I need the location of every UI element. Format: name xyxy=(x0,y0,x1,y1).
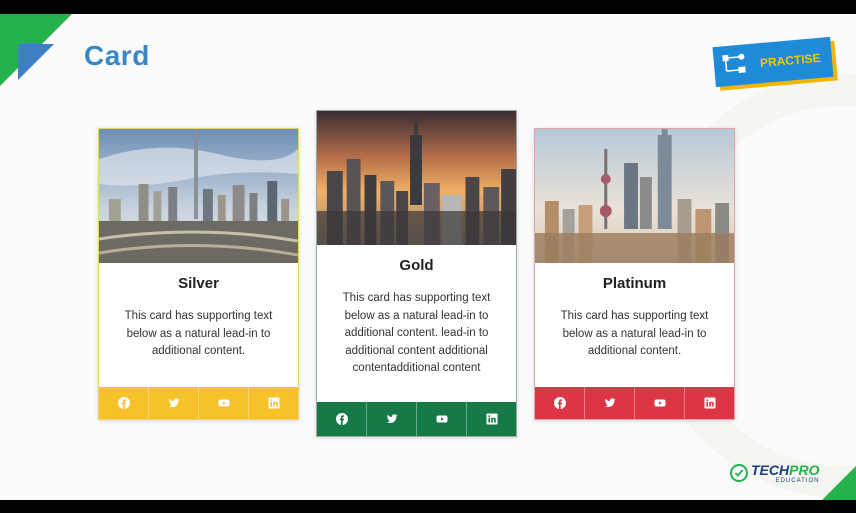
corner-decoration-bottom-right xyxy=(822,466,856,500)
twitter-icon xyxy=(604,398,615,407)
card-gold: Gold This card has supporting text below… xyxy=(316,110,517,437)
facebook-icon xyxy=(335,413,348,425)
badge-label: PRACTISE xyxy=(759,50,822,71)
logo-main: TECH xyxy=(751,461,790,478)
youtube-icon xyxy=(436,415,447,423)
card-text: This card has supporting text below as a… xyxy=(560,310,709,357)
card-footer xyxy=(99,387,298,419)
card-silver: Silver This card has supporting text bel… xyxy=(98,128,299,420)
shanghai-skyline-image xyxy=(535,129,734,263)
card-text: This card has supporting text below as a… xyxy=(124,310,273,357)
facebook-icon xyxy=(117,397,130,409)
twitter-button[interactable] xyxy=(367,402,417,436)
twitter-button[interactable] xyxy=(149,387,199,419)
facebook-icon xyxy=(553,397,566,409)
youtube-icon xyxy=(218,399,229,407)
logo-sub: EDUCATION xyxy=(775,477,820,484)
linkedin-icon xyxy=(486,413,497,425)
linkedin-icon xyxy=(704,397,715,409)
new-york-skyline-image xyxy=(317,111,516,245)
card-title: Gold xyxy=(399,257,434,274)
card-title: Silver xyxy=(178,275,219,292)
facebook-button[interactable] xyxy=(99,387,149,419)
linkedin-icon xyxy=(268,397,279,409)
facebook-button[interactable] xyxy=(317,402,367,436)
youtube-button[interactable] xyxy=(417,402,467,436)
twitter-button[interactable] xyxy=(585,387,635,419)
page-title: Card xyxy=(84,40,150,71)
flowchart-icon xyxy=(722,53,746,74)
facebook-button[interactable] xyxy=(535,387,585,419)
check-circle-icon xyxy=(730,464,748,482)
logo-accent: PRO xyxy=(789,461,820,478)
card-footer xyxy=(317,402,516,436)
youtube-button[interactable] xyxy=(199,387,249,419)
card-title: Platinum xyxy=(602,275,667,292)
dubai-skyline-image xyxy=(99,129,298,263)
youtube-button[interactable] xyxy=(635,387,685,419)
card-text: This card has supporting text below as a… xyxy=(342,292,491,374)
linkedin-button[interactable] xyxy=(467,402,516,436)
logo-text: TECHPRO EDUCATION xyxy=(751,463,819,484)
twitter-icon xyxy=(386,414,397,423)
linkedin-button[interactable] xyxy=(685,387,734,419)
card-footer xyxy=(535,387,734,419)
youtube-icon xyxy=(654,399,665,407)
corner-decoration-blue xyxy=(18,44,54,80)
card-platinum: Platinum This card has supporting text b… xyxy=(534,128,735,420)
linkedin-button[interactable] xyxy=(249,387,298,419)
slide: Card PRACTISE Silver This card has suppo… xyxy=(0,14,856,500)
twitter-icon xyxy=(168,398,179,407)
techpro-logo: TECHPRO EDUCATION xyxy=(730,460,819,486)
